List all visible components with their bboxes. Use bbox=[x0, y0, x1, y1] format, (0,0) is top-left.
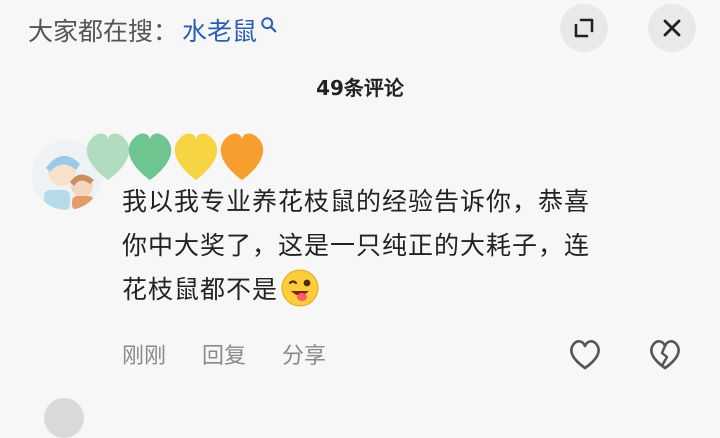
comment-line: 我以我专业养花枝鼠的经验告诉你，恭喜 bbox=[122, 187, 591, 216]
reply-button[interactable]: 回复 bbox=[202, 338, 246, 370]
comment-line-last: 花枝鼠都不是 bbox=[122, 268, 682, 312]
comment-body: 我以我专业养花枝鼠的经验告诉你，恭喜 你中大奖了，这是一只纯正的大耗子，连 花枝… bbox=[122, 180, 682, 312]
expand-button[interactable] bbox=[560, 4, 608, 52]
heart-outline-icon[interactable] bbox=[566, 336, 604, 372]
timestamp: 刚刚 bbox=[122, 344, 167, 369]
broken-heart-icon[interactable] bbox=[646, 336, 684, 372]
comment-actions: 刚刚 回复 分享 bbox=[122, 338, 326, 370]
expand-icon bbox=[574, 18, 594, 38]
heart-icon bbox=[220, 133, 264, 180]
share-button[interactable]: 分享 bbox=[282, 338, 326, 370]
comment-count: 49条评论 bbox=[316, 76, 404, 100]
close-icon bbox=[663, 19, 681, 37]
heart-icon bbox=[86, 133, 130, 180]
winking-face-tongue-icon bbox=[281, 269, 319, 307]
next-comment-avatar bbox=[44, 398, 84, 438]
search-prefix: 大家都在搜： bbox=[28, 17, 179, 46]
comment-line: 你中大奖了，这是一只纯正的大耗子，连 bbox=[122, 231, 591, 260]
search-suggestion[interactable]: 大家都在搜： 水老鼠 bbox=[28, 10, 278, 50]
heart-badges bbox=[86, 133, 264, 180]
heart-icon bbox=[128, 133, 172, 180]
close-button[interactable] bbox=[648, 4, 696, 52]
search-term-link[interactable]: 水老鼠 bbox=[182, 12, 257, 48]
comment-line-text: 花枝鼠都不是 bbox=[122, 275, 279, 304]
heart-icon bbox=[174, 133, 218, 180]
search-icon bbox=[261, 17, 277, 33]
